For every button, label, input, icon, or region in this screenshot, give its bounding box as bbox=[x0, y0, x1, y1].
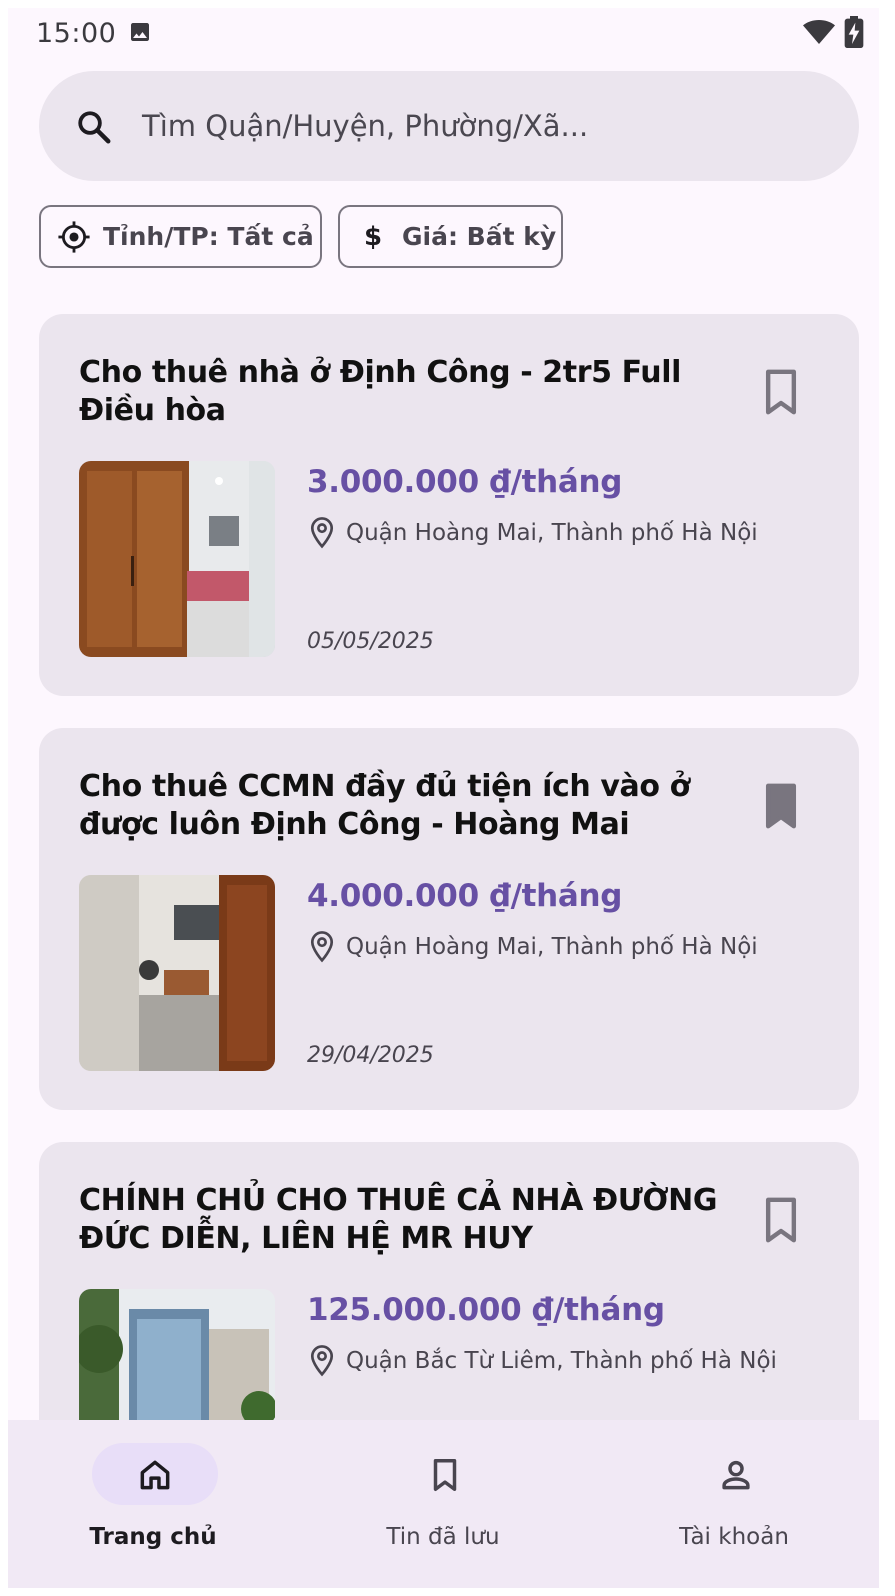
bookmark-filled-icon[interactable] bbox=[759, 782, 803, 830]
search-input[interactable]: Tìm Quận/Huyện, Phường/Xã... bbox=[142, 109, 588, 143]
location-pin-icon bbox=[310, 931, 334, 963]
listing-date: 05/05/2025 bbox=[307, 629, 434, 654]
location-pin-icon bbox=[310, 1345, 334, 1377]
search-bar[interactable]: Tìm Quận/Huyện, Phường/Xã... bbox=[39, 71, 859, 181]
listing-location: Quận Hoàng Mai, Thành phố Hà Nội bbox=[346, 520, 758, 546]
listing-price: 125.000.000 ₫/tháng bbox=[307, 1292, 665, 1328]
wifi-icon bbox=[803, 20, 835, 44]
nav-item-account[interactable]: Tài khoản bbox=[589, 1420, 879, 1588]
status-bar: 15:00 bbox=[8, 8, 879, 60]
listing-location: Quận Bắc Từ Liêm, Thành phố Hà Nội bbox=[346, 1348, 777, 1374]
bookmark-outline-icon[interactable] bbox=[759, 368, 803, 416]
price-filter-chip[interactable]: $ Giá: Bất kỳ bbox=[338, 205, 563, 268]
bookmark-outline-icon[interactable] bbox=[759, 1196, 803, 1244]
listing-card[interactable]: Cho thuê nhà ở Định Công - 2tr5 Full Điề… bbox=[39, 314, 859, 696]
listing-thumbnail bbox=[79, 875, 275, 1071]
listing-price: 3.000.000 ₫/tháng bbox=[307, 464, 623, 500]
app-screen: 15:00 Tìm Quận/Huyện, Phường/Xã... Tỉnh/… bbox=[8, 8, 879, 1588]
home-icon bbox=[140, 1460, 170, 1490]
province-filter-chip[interactable]: Tỉnh/TP: Tất cả bbox=[39, 205, 322, 268]
listing-title: CHÍNH CHỦ CHO THUÊ CẢ NHÀ ĐƯỜNG ĐỨC DIỄN… bbox=[79, 1183, 718, 1256]
listing-thumbnail bbox=[79, 461, 275, 657]
nav-item-home[interactable]: Trang chủ bbox=[8, 1420, 298, 1588]
listing-price: 4.000.000 ₫/tháng bbox=[307, 878, 623, 914]
listing-title: Cho thuê CCMN đầy đủ tiện ích vào ở được… bbox=[79, 769, 690, 842]
province-filter-label: Tỉnh/TP: Tất cả bbox=[103, 222, 314, 251]
bottom-navigation: Trang chủ Tin đã lưu Tài khoản bbox=[8, 1420, 879, 1588]
person-icon bbox=[722, 1460, 750, 1490]
listing-card[interactable]: Cho thuê CCMN đầy đủ tiện ích vào ở được… bbox=[39, 728, 859, 1110]
location-target-icon bbox=[57, 220, 91, 254]
search-icon bbox=[78, 111, 111, 144]
listing-title: Cho thuê nhà ở Định Công - 2tr5 Full Điề… bbox=[79, 355, 681, 428]
nav-label-account: Tài khoản bbox=[679, 1524, 789, 1550]
location-pin-icon bbox=[310, 517, 334, 549]
status-time: 15:00 bbox=[36, 18, 117, 49]
nav-label-saved: Tin đã lưu bbox=[386, 1524, 500, 1550]
listing-location: Quận Hoàng Mai, Thành phố Hà Nội bbox=[346, 934, 758, 960]
listing-date: 29/04/2025 bbox=[307, 1043, 434, 1068]
dollar-icon: $ bbox=[363, 221, 383, 252]
image-icon bbox=[131, 23, 149, 41]
battery-charging-icon bbox=[844, 16, 864, 48]
nav-item-saved[interactable]: Tin đã lưu bbox=[298, 1420, 588, 1588]
bookmark-icon bbox=[433, 1459, 457, 1491]
price-filter-label: Giá: Bất kỳ bbox=[402, 222, 557, 251]
nav-label-home: Trang chủ bbox=[89, 1524, 217, 1550]
